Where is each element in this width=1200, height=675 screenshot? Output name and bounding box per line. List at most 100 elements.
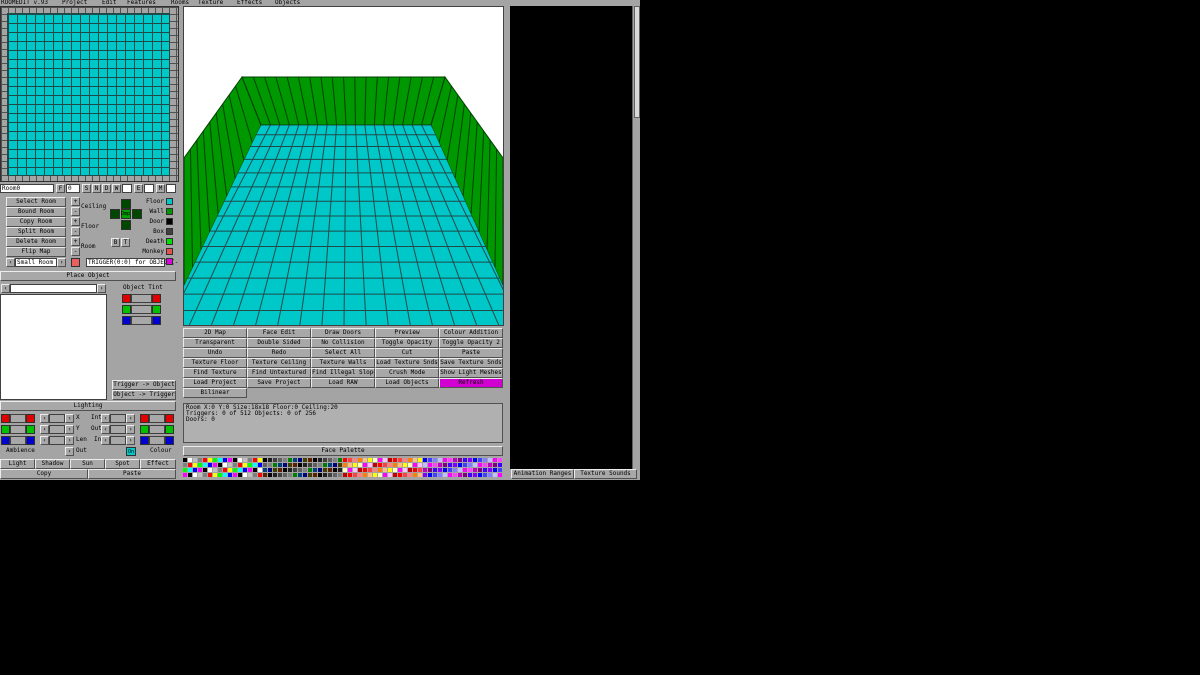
palette-swatch[interactable] [318,468,322,472]
load-texture-snds-button[interactable]: Load Texture Snds [375,358,439,368]
north-button[interactable]: N [92,184,101,193]
palette-swatch[interactable] [198,468,202,472]
palette-swatch[interactable] [193,458,197,462]
palette-swatch[interactable] [388,463,392,467]
palette-swatch[interactable] [383,463,387,467]
m-button[interactable]: M [156,184,165,193]
palette-swatch[interactable] [193,463,197,467]
palette-swatch[interactable] [238,463,242,467]
palette-swatch[interactable] [403,463,407,467]
palette-swatch[interactable] [328,473,332,477]
floor-plus[interactable]: + [71,217,80,226]
save-project-button[interactable]: Save Project [247,378,311,388]
palette-swatch[interactable] [393,473,397,477]
room-size-field[interactable]: Small Room [15,258,57,267]
palette-swatch[interactable] [343,473,347,477]
palette-swatch[interactable] [413,463,417,467]
palette-swatch[interactable] [433,463,437,467]
palette-swatch[interactable] [288,458,292,462]
palette-swatch[interactable] [323,473,327,477]
trigger-to-object-button[interactable]: Trigger -> Object [112,380,176,390]
palette-swatch[interactable] [363,473,367,477]
palette-swatch[interactable] [223,468,227,472]
palette-swatch[interactable] [253,463,257,467]
palette-swatch[interactable] [388,468,392,472]
ambience-blue-add[interactable] [26,436,35,445]
tint-green-add[interactable] [152,305,161,314]
legend-monkey-swatch[interactable] [166,248,173,255]
y-field[interactable] [49,425,65,434]
palette-swatch[interactable] [458,463,462,467]
object-name-field[interactable] [10,284,97,293]
palette-swatch[interactable] [258,473,262,477]
palette-swatch[interactable] [473,468,477,472]
palette-swatch[interactable] [323,458,327,462]
palette-swatch[interactable] [243,468,247,472]
palette-swatch[interactable] [348,458,352,462]
palette-swatch[interactable] [358,463,362,467]
load-raw-button[interactable]: Load RAW [311,378,375,388]
place-object-header[interactable]: Place Object [0,271,176,281]
palette-swatch[interactable] [368,463,372,467]
palette-swatch[interactable] [408,473,412,477]
palette-swatch[interactable] [408,468,412,472]
palette-swatch[interactable] [273,458,277,462]
find-texture-button[interactable]: Find Texture [183,368,247,378]
palette-swatch[interactable] [398,473,402,477]
palette-swatch[interactable] [358,458,362,462]
palette-swatch[interactable] [218,458,222,462]
palette-swatch[interactable] [203,463,207,467]
palette-swatch[interactable] [363,468,367,472]
palette-swatch[interactable] [353,473,357,477]
ambience-green-field[interactable] [10,425,26,434]
palette-swatch[interactable] [498,463,502,467]
palette-swatch[interactable] [473,463,477,467]
ambience-red-field[interactable] [10,414,26,423]
palette-swatch[interactable] [193,473,197,477]
palette-swatch[interactable] [278,468,282,472]
palette-swatch[interactable] [463,463,467,467]
y-inc[interactable]: › [65,425,74,434]
palette-swatch[interactable] [293,468,297,472]
preview-viewport[interactable] [183,6,504,326]
tint-green-swatch[interactable] [122,305,131,314]
palette-swatch[interactable] [408,458,412,462]
palette-swatch[interactable] [433,468,437,472]
palette-swatch[interactable] [188,463,192,467]
legend-door-swatch[interactable] [166,218,173,225]
object-to-trigger-button[interactable]: Object -> Trigger [112,390,176,400]
x-inc[interactable]: › [65,414,74,423]
texture-ceiling-button[interactable]: Texture Ceiling [247,358,311,368]
palette-swatch[interactable] [493,458,497,462]
palette-swatch[interactable] [218,473,222,477]
lighting-header[interactable]: Lighting [0,401,176,411]
palette-swatch[interactable] [318,473,322,477]
palette-swatch[interactable] [403,458,407,462]
ambience-green-swatch[interactable] [1,425,10,434]
palette-swatch[interactable] [413,458,417,462]
palette-swatch[interactable] [343,463,347,467]
palette-swatch[interactable] [228,458,232,462]
in-dec[interactable]: ‹ [101,436,110,445]
load-objects-button[interactable]: Load Objects [375,378,439,388]
out-dec[interactable]: ‹ [65,447,74,456]
palette-swatch[interactable] [188,468,192,472]
floor-button[interactable]: F [56,184,65,193]
tab-effect[interactable]: Effect [140,459,176,469]
palette-swatch[interactable] [238,468,242,472]
palette-swatch[interactable] [483,458,487,462]
palette-swatch[interactable] [428,458,432,462]
palette-swatch[interactable] [263,468,267,472]
palette-swatch[interactable] [293,463,297,467]
palette-swatch[interactable] [483,463,487,467]
palette-swatch[interactable] [493,463,497,467]
palette-swatch[interactable] [288,468,292,472]
lighting-copy-button[interactable]: Copy [0,469,88,479]
palette-swatch[interactable] [188,458,192,462]
palette-swatch[interactable] [273,473,277,477]
palette-swatch[interactable] [308,458,312,462]
palette-swatch[interactable] [403,468,407,472]
load-project-button[interactable]: Load Project [183,378,247,388]
palette-swatch[interactable] [233,468,237,472]
palette-swatch[interactable] [408,463,412,467]
